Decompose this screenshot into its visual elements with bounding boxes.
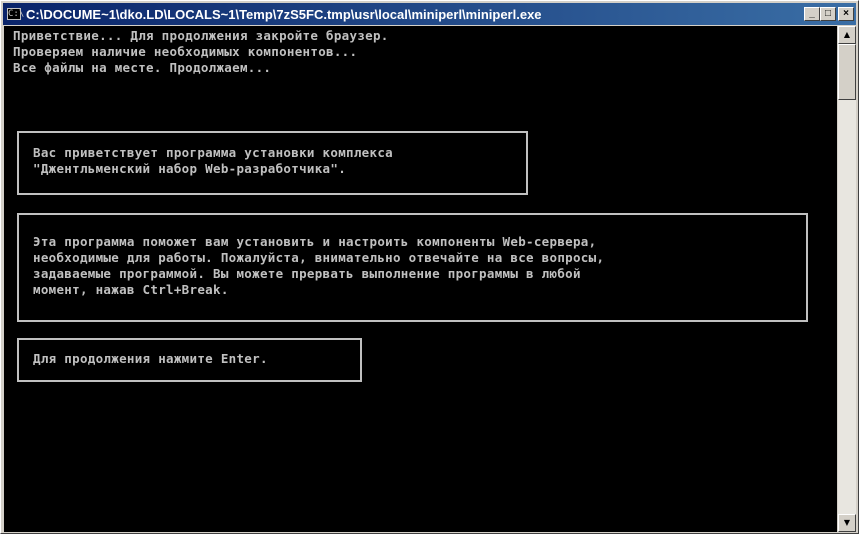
prompt-box: Для продолжения нажмите Enter.: [17, 338, 362, 382]
welcome-line: "Джентльменский набор Web-разработчика".: [33, 161, 347, 176]
minimize-button[interactable]: _: [804, 7, 820, 21]
scroll-up-icon[interactable]: ▲: [838, 26, 856, 44]
welcome-line: Вас приветствует программа установки ком…: [33, 145, 393, 160]
info-line: Эта программа поможет вам установить и н…: [33, 234, 597, 249]
info-line: необходимые для работы. Пожалуйста, вним…: [33, 250, 605, 265]
title-bar[interactable]: C:\ C:\DOCUME~1\dko.LD\LOCALS~1\Temp\7zS…: [3, 3, 856, 25]
window-title: C:\DOCUME~1\dko.LD\LOCALS~1\Temp\7zS5FC.…: [26, 6, 542, 22]
scroll-thumb[interactable]: [838, 44, 856, 100]
console-output[interactable]: Приветствие... Для продолжения закройте …: [4, 26, 837, 532]
vertical-scrollbar[interactable]: ▲ ▼: [838, 26, 856, 532]
info-line: задаваемые программой. Вы можете прерват…: [33, 266, 581, 281]
console-line: Проверяем наличие необходимых компоненто…: [13, 44, 358, 59]
info-box: Эта программа поможет вам установить и н…: [17, 213, 808, 322]
welcome-box: Вас приветствует программа установки ком…: [17, 131, 528, 195]
close-button[interactable]: ×: [838, 7, 854, 21]
console-window: C:\ C:\DOCUME~1\dko.LD\LOCALS~1\Temp\7zS…: [0, 0, 859, 534]
info-line: момент, нажав Ctrl+Break.: [33, 282, 229, 297]
maximize-button[interactable]: □: [820, 7, 836, 21]
console-line: Приветствие... Для продолжения закройте …: [13, 28, 389, 43]
console-system-icon[interactable]: C:\: [7, 8, 24, 20]
continue-prompt: Для продолжения нажмите Enter.: [33, 351, 268, 366]
title-bar-buttons: _ □ ×: [804, 7, 854, 21]
scroll-down-icon[interactable]: ▼: [838, 514, 856, 532]
console-line: Все файлы на месте. Продолжаем...: [13, 60, 272, 75]
